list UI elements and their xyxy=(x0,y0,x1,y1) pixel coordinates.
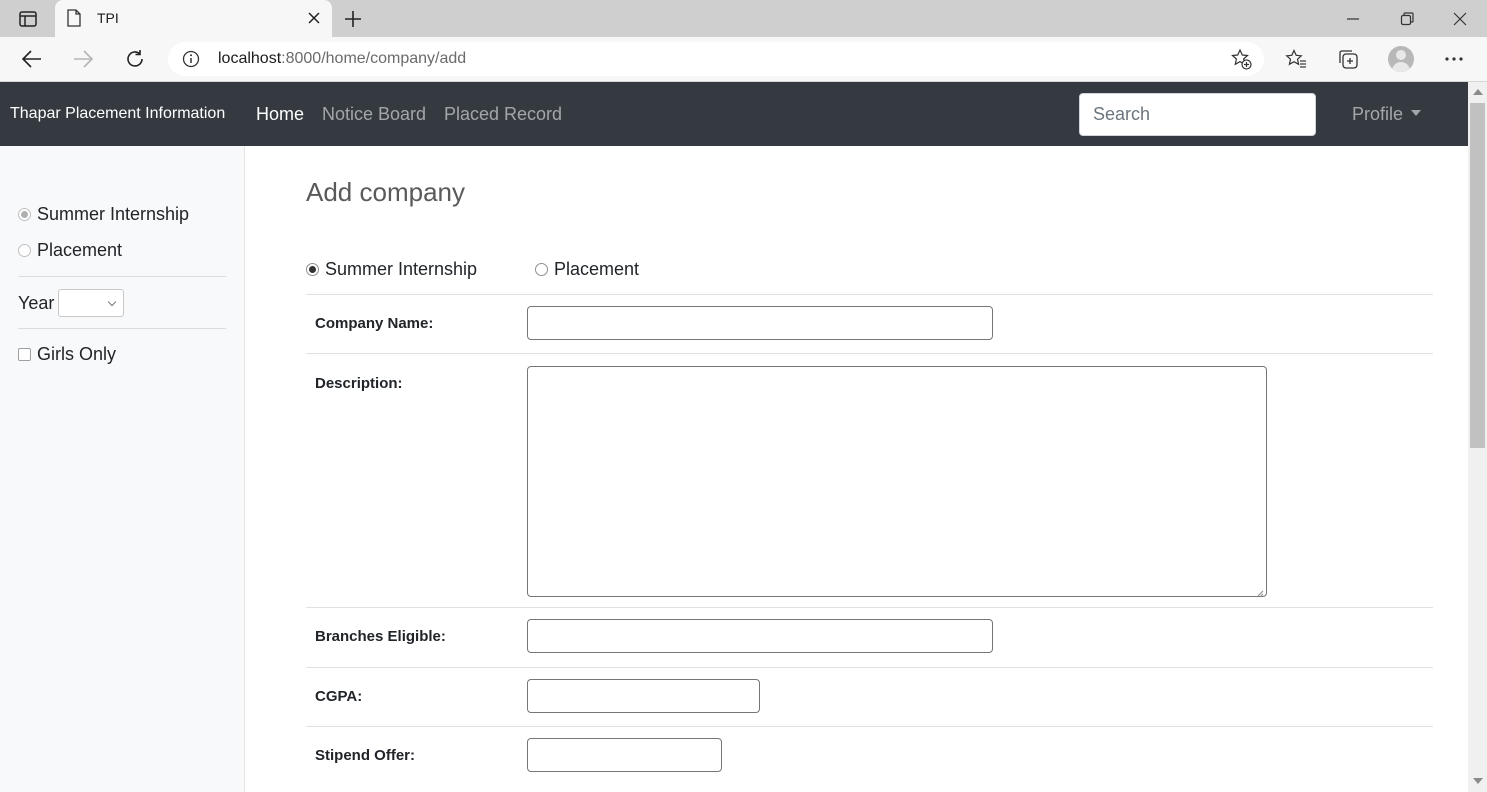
company-name-input[interactable] xyxy=(527,306,993,340)
resize-handle-icon[interactable] xyxy=(1255,585,1264,598)
company-name-label: Company Name: xyxy=(315,315,434,332)
radio-button[interactable] xyxy=(18,208,31,221)
refresh-icon[interactable] xyxy=(123,47,147,71)
minimize-icon[interactable] xyxy=(1341,8,1365,30)
description-textarea[interactable] xyxy=(527,366,1267,598)
address-bar[interactable]: localhost:8000/home/company/add xyxy=(168,42,1264,76)
row-divider xyxy=(306,607,1433,608)
type-option-summer-internship[interactable]: Summer Internship xyxy=(306,259,477,280)
girls-only-checkbox[interactable] xyxy=(18,348,31,361)
nav-link-notice-board[interactable]: Notice Board xyxy=(322,104,426,125)
branches-eligible-label: Branches Eligible: xyxy=(315,628,446,645)
row-divider xyxy=(306,353,1433,354)
favorites-icon[interactable] xyxy=(1284,47,1308,71)
year-select[interactable] xyxy=(58,289,125,317)
type-option-label: Placement xyxy=(554,259,640,279)
sidebar-option-label: Summer Internship xyxy=(37,204,190,224)
row-divider xyxy=(306,294,1433,295)
profile-label: Profile xyxy=(1352,104,1404,124)
url-text[interactable]: localhost:8000/home/company/add xyxy=(218,50,466,68)
nav-link-home[interactable]: Home xyxy=(256,104,304,125)
collections-icon[interactable] xyxy=(1336,47,1360,71)
restore-icon[interactable] xyxy=(1395,8,1419,30)
app-navbar: Thapar Placement Information Home Notice… xyxy=(0,82,1468,146)
year-label: Year xyxy=(18,292,55,313)
caret-down-icon xyxy=(1411,110,1422,116)
page-title: Add company xyxy=(306,177,465,207)
year-filter: Year xyxy=(18,289,125,317)
radio-button[interactable] xyxy=(306,263,319,276)
search-input[interactable] xyxy=(1079,93,1316,136)
info-icon[interactable] xyxy=(182,50,200,73)
cgpa-input[interactable] xyxy=(527,679,760,713)
browser-toolbar: localhost:8000/home/company/add xyxy=(0,37,1487,82)
profile-dropdown[interactable]: Profile xyxy=(1352,104,1422,125)
tab-actions-icon[interactable] xyxy=(14,8,42,30)
radio-button[interactable] xyxy=(18,244,31,257)
tab-title: TPI xyxy=(97,10,119,26)
scrollbar-thumb[interactable] xyxy=(1470,103,1485,448)
stipend-offer-input[interactable] xyxy=(527,738,722,772)
row-divider xyxy=(306,726,1433,727)
sidebar-option-label: Placement xyxy=(37,240,123,260)
star-add-icon[interactable] xyxy=(1230,48,1252,75)
row-divider xyxy=(306,667,1433,668)
forward-arrow-icon[interactable] xyxy=(71,47,95,71)
girls-only-label: Girls Only xyxy=(37,344,117,364)
sidebar-option-summer-internship[interactable]: Summer Internship xyxy=(18,204,189,225)
radio-button[interactable] xyxy=(535,263,548,276)
scroll-down-icon[interactable] xyxy=(1473,778,1483,784)
more-icon[interactable] xyxy=(1442,47,1466,71)
avatar-icon[interactable] xyxy=(1388,46,1414,72)
back-arrow-icon[interactable] xyxy=(20,47,44,71)
type-option-label: Summer Internship xyxy=(325,259,478,279)
browser-tab-bar: TPI xyxy=(0,0,1487,37)
girls-only-filter[interactable]: Girls Only xyxy=(18,344,116,365)
scroll-up-icon[interactable] xyxy=(1473,89,1483,95)
divider xyxy=(18,276,226,277)
plus-icon[interactable] xyxy=(342,8,364,30)
navbar-brand[interactable]: Thapar Placement Information xyxy=(10,105,225,123)
sidebar: Summer Internship Placement Year Girls O… xyxy=(0,146,245,792)
type-option-placement[interactable]: Placement xyxy=(535,259,639,280)
close-icon[interactable] xyxy=(1448,8,1472,30)
close-icon[interactable] xyxy=(306,10,322,26)
page-icon xyxy=(67,9,81,32)
cgpa-label: CGPA: xyxy=(315,688,363,705)
nav-link-placed-record[interactable]: Placed Record xyxy=(444,104,562,125)
sidebar-option-placement[interactable]: Placement xyxy=(18,240,122,261)
divider xyxy=(18,328,226,329)
browser-tab[interactable]: TPI xyxy=(55,0,332,37)
branches-eligible-input[interactable] xyxy=(527,619,993,653)
description-label: Description: xyxy=(315,375,403,392)
stipend-offer-label: Stipend Offer: xyxy=(315,747,415,764)
